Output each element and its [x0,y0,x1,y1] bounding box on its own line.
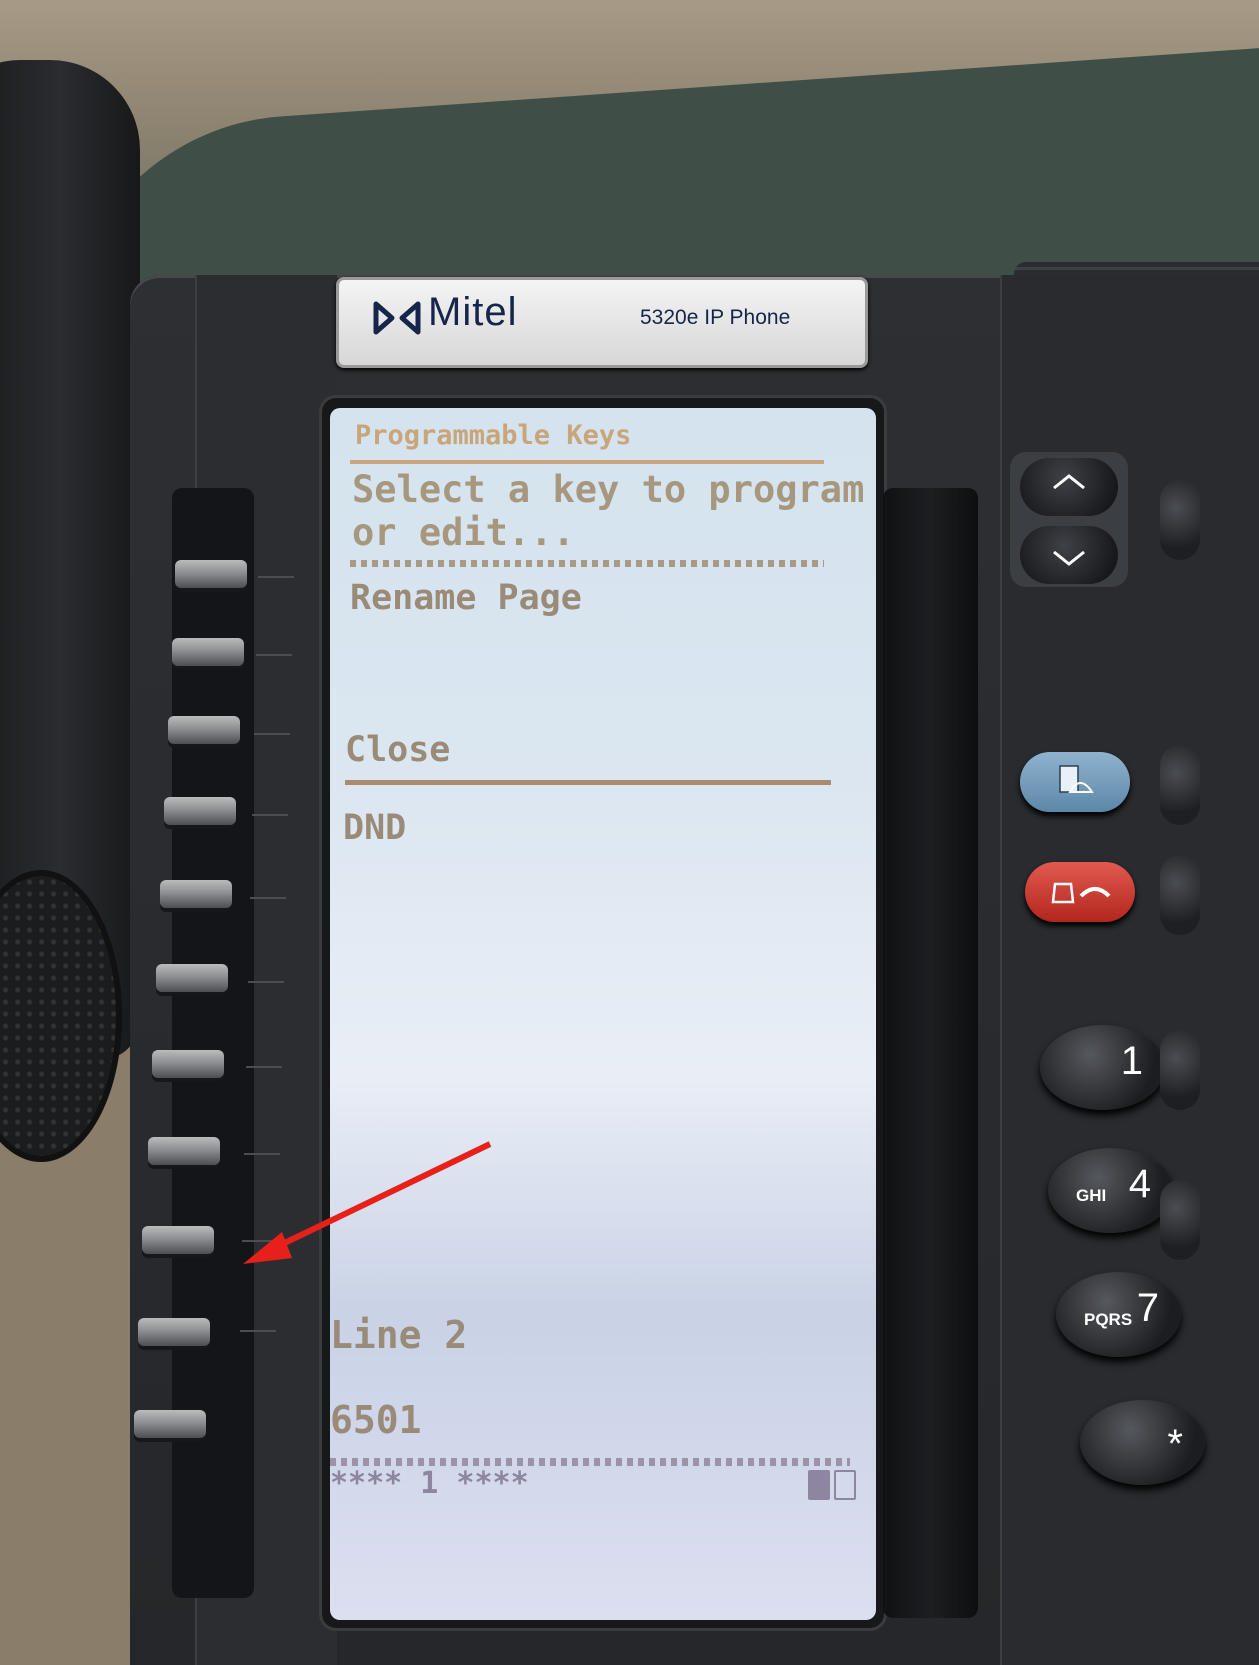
dial-letters: PQRS [1084,1310,1133,1329]
programmable-key-3[interactable] [168,716,240,744]
key-divider [248,981,284,983]
page-number: **** 1 **** [330,1466,529,1501]
key-divider [242,1240,278,1242]
programmable-key-11[interactable] [134,1410,206,1438]
line-status-strip [883,488,978,1618]
dial-letters: GHI [1076,1186,1107,1205]
prompt-line-2: or edit... [352,511,575,554]
dial-digit: 7 [1136,1286,1159,1330]
rename-page-option[interactable]: Rename Page [350,578,582,618]
page-filled-icon [808,1470,830,1500]
programmable-key-7[interactable] [152,1050,224,1078]
side-button [1160,1030,1200,1110]
close-option[interactable]: Close [345,730,450,770]
brand-name: Mitel [428,290,518,334]
side-button[interactable] [1160,480,1200,560]
programmable-key-2[interactable] [172,638,244,666]
dotted-divider [350,560,824,567]
key-divider [240,1330,276,1332]
hang-up-icon [1051,882,1111,904]
programmable-key-10[interactable] [138,1318,210,1346]
release-button[interactable] [1025,862,1135,922]
prompt-line-1: Select a key to program [352,468,865,511]
key-divider [244,1153,280,1155]
programmable-key-8[interactable] [148,1137,220,1165]
dotted-divider-bottom [330,1458,850,1466]
line2-key-label[interactable]: Line 2 [330,1313,467,1357]
page-outline-icon [834,1470,856,1500]
key-divider [252,814,288,816]
dial-key-7[interactable]: PQRS 7 [1056,1272,1181,1357]
key-divider [256,654,292,656]
dial-digit: * [1167,1422,1183,1466]
programmable-key-9[interactable] [142,1226,214,1254]
close-divider [345,780,831,785]
key-divider [246,1066,282,1068]
screen-header: Programmable Keys [355,420,632,451]
programmable-key-6[interactable] [156,964,228,992]
lcd-screen: Programmable Keys Select a key to progra… [330,408,876,1620]
chevron-up-icon [1053,474,1085,490]
key-divider [250,897,286,899]
mitel-logo-icon [373,301,421,335]
side-button[interactable] [1160,855,1200,935]
voicemail-icon [1059,765,1094,793]
header-divider [350,460,824,464]
dial-digit: 4 [1128,1162,1151,1206]
programmable-key-5[interactable] [160,880,232,908]
chevron-down-icon [1053,550,1085,566]
key-divider [258,576,294,578]
side-button [1160,1180,1200,1260]
dial-digit: 1 [1120,1039,1143,1083]
dial-key-4[interactable]: GHI 4 [1048,1148,1173,1233]
extension-key-label[interactable]: 6501 [330,1398,422,1442]
brand-model: 5320e IP Phone [640,306,791,329]
voicemail-button[interactable] [1020,752,1130,812]
dnd-key-label[interactable]: DND [343,808,406,848]
programmable-key-4[interactable] [164,797,236,825]
key-divider [254,733,290,735]
dial-key-1[interactable]: 1 [1040,1025,1165,1110]
dial-key-star[interactable]: * [1080,1400,1205,1485]
programmable-key-1[interactable] [175,560,247,588]
side-button[interactable] [1160,745,1200,825]
